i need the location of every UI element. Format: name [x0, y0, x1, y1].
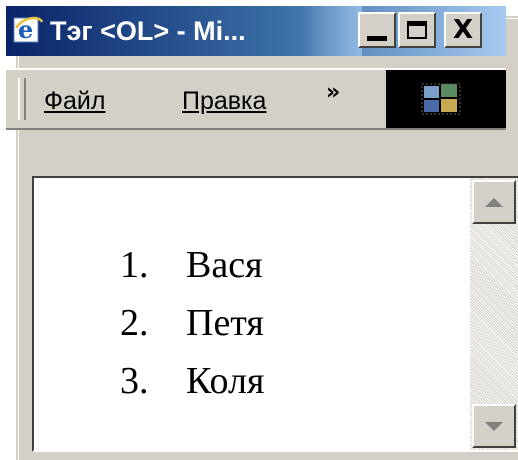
scroll-down-icon	[485, 421, 503, 431]
list-item: 3. Коля	[120, 352, 264, 410]
menu-edit-label: Правка	[182, 87, 267, 115]
list-item: 1. Вася	[120, 236, 264, 294]
maximize-button[interactable]	[398, 12, 436, 48]
maximize-icon	[407, 21, 427, 39]
scroll-up-button[interactable]	[472, 180, 516, 224]
menu-bar: Файл Правка »	[6, 68, 506, 130]
menu-edit[interactable]: Правка	[182, 86, 266, 116]
list-item-text: Коля	[186, 360, 265, 402]
vertical-scrollbar[interactable]	[470, 178, 518, 450]
title-bar[interactable]: e Тэг <OL> - Mi... X	[6, 6, 506, 56]
close-button[interactable]: X	[444, 12, 482, 48]
scroll-up-icon	[485, 197, 503, 207]
toolbar-grip[interactable]	[18, 78, 26, 120]
list-item: 2. Петя	[120, 294, 264, 352]
menu-overflow-chevron-icon[interactable]: »	[326, 80, 340, 105]
menu-file-label: Файл	[44, 87, 106, 115]
close-icon: X	[452, 15, 474, 45]
minimize-button[interactable]	[358, 12, 396, 48]
scroll-down-button[interactable]	[472, 404, 516, 448]
throbber	[386, 70, 506, 128]
windows-logo-icon	[421, 83, 461, 115]
list-item-number: 2.	[120, 302, 149, 344]
list-item-number: 1.	[120, 244, 149, 286]
document-content: 1. Вася 2. Петя 3. Коля	[34, 178, 470, 450]
menu-file[interactable]: Файл	[44, 86, 105, 116]
document-viewport[interactable]: 1. Вася 2. Петя 3. Коля	[32, 176, 518, 452]
list-item-number: 3.	[120, 360, 149, 402]
list-item-text: Вася	[186, 244, 263, 286]
ordered-list: 1. Вася 2. Петя 3. Коля	[120, 236, 264, 410]
list-item-text: Петя	[186, 302, 264, 344]
internet-explorer-icon[interactable]: e	[12, 14, 44, 46]
minimize-icon	[367, 35, 387, 41]
